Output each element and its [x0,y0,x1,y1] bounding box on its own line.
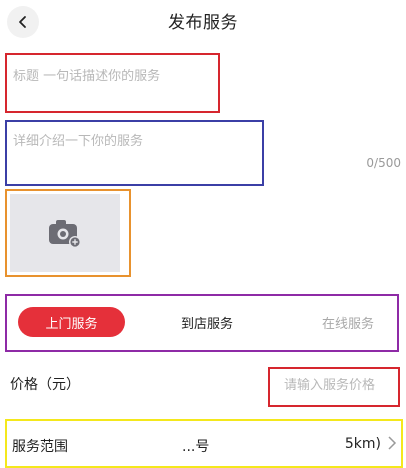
price-input[interactable] [284,378,402,393]
add-photo-button[interactable] [10,194,120,272]
title-input[interactable] [13,69,213,84]
price-field-box [268,367,402,407]
description-field-box [5,120,264,186]
tab-in-store-service[interactable]: 到店服务 [163,307,251,337]
service-area-row[interactable]: 服务范围 ...号 5km) [5,419,403,468]
price-label: 价格（元） [10,377,80,393]
description-input[interactable] [13,130,253,170]
photo-upload-box [5,189,131,277]
publish-service-page: 发布服务 0/500 上门服务 到店服务 在线服务 价格（元） 服务范围 [0,0,406,468]
service-area-label: 服务范围 [12,439,68,455]
header: 发布服务 [0,0,406,44]
camera-add-icon [49,220,81,248]
tab-onsite-service[interactable]: 上门服务 [18,307,125,337]
service-type-selector: 上门服务 到店服务 在线服务 [5,294,399,352]
tab-online-service[interactable]: 在线服务 [303,307,393,337]
description-counter: 0/500 [366,156,401,170]
service-area-radius: 5km) [344,436,381,452]
title-field-box [5,53,220,113]
service-area-value: ...号 [182,439,210,455]
page-title: 发布服务 [168,13,238,33]
chevron-right-icon [388,436,397,450]
